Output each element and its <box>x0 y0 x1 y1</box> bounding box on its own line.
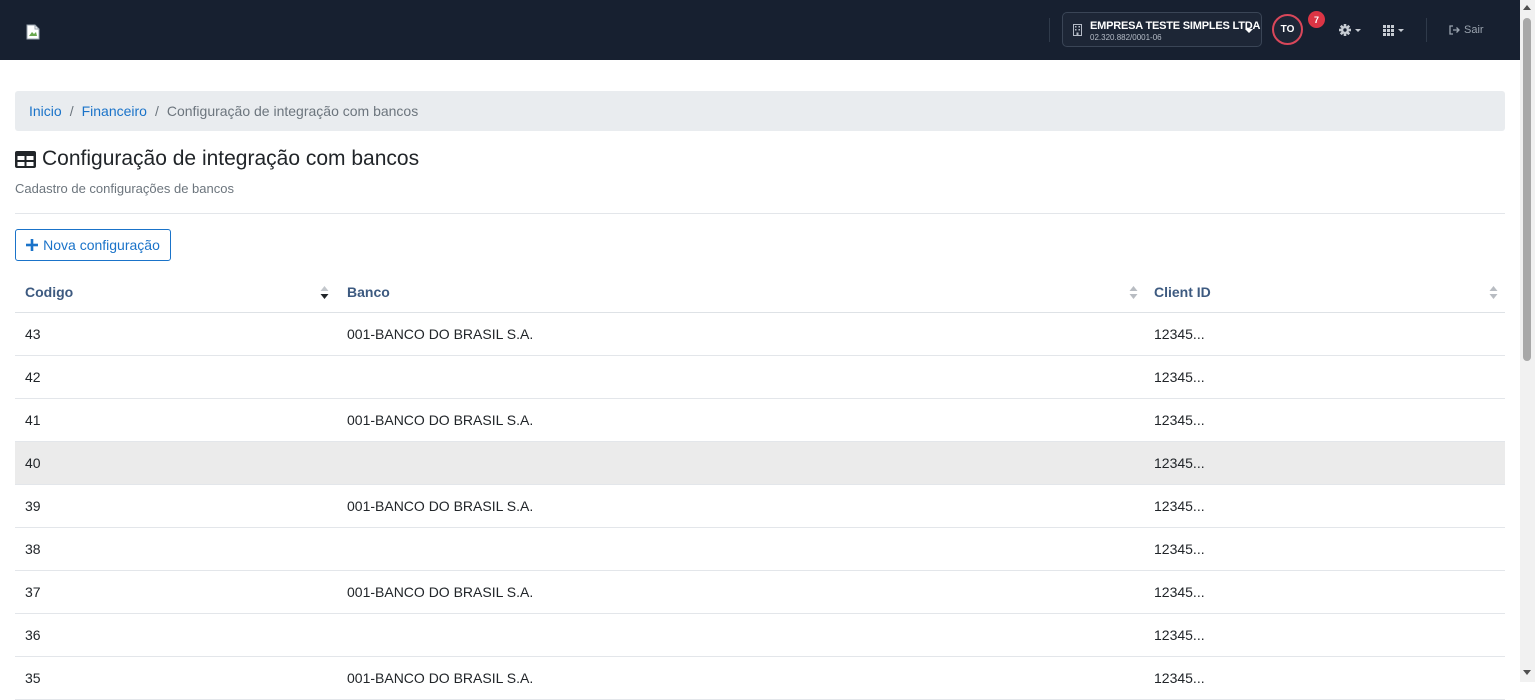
cell-codigo: 36 <box>25 627 41 643</box>
notification-badge[interactable]: 7 <box>1308 11 1325 28</box>
column-header-client-id[interactable]: Client ID <box>1154 271 1211 313</box>
cell-client-id: 12345... <box>1154 541 1205 557</box>
sort-icon[interactable] <box>1489 285 1498 300</box>
company-cnpj: 02.320.882/0001-06 <box>1090 33 1162 42</box>
cell-client-id: 12345... <box>1154 326 1205 342</box>
table-row[interactable]: 40 12345... <box>15 442 1505 485</box>
logout-button[interactable]: Sair <box>1449 23 1484 37</box>
table-row[interactable]: 43 001-BANCO DO BRASIL S.A. 12345... <box>15 313 1505 356</box>
broken-image-icon[interactable] <box>25 24 41 40</box>
cell-banco: 001-BANCO DO BRASIL S.A. <box>347 412 534 428</box>
column-header-label: Codigo <box>25 284 74 300</box>
table-row[interactable]: 37 001-BANCO DO BRASIL S.A. 12345... <box>15 571 1505 614</box>
cell-codigo: 35 <box>25 670 41 686</box>
chevron-down-icon <box>1245 29 1253 33</box>
breadcrumb: Inicio / Financeiro / Configuração de in… <box>15 91 1505 131</box>
column-header-label: Client ID <box>1154 284 1211 300</box>
new-configuration-button[interactable]: Nova configuração <box>15 229 171 261</box>
breadcrumb-current: Configuração de integração com bancos <box>166 103 419 119</box>
cell-codigo: 42 <box>25 369 41 385</box>
divider <box>15 213 1505 214</box>
breadcrumb-separator: / <box>154 103 159 119</box>
cell-banco: 001-BANCO DO BRASIL S.A. <box>347 498 534 514</box>
cell-client-id: 12345... <box>1154 455 1205 471</box>
cell-banco: 001-BANCO DO BRASIL S.A. <box>347 584 534 600</box>
cell-codigo: 40 <box>25 455 41 471</box>
breadcrumb-link-inicio[interactable]: Inicio <box>29 103 62 119</box>
company-selector[interactable]: EMPRESA TESTE SIMPLES LTDA 02.320.882/00… <box>1062 12 1262 47</box>
apps-dropdown[interactable] <box>1382 22 1410 38</box>
cell-banco: 001-BANCO DO BRASIL S.A. <box>347 670 534 686</box>
page-heading: Configuração de integração com bancos <box>42 147 420 170</box>
cell-client-id: 12345... <box>1154 584 1205 600</box>
column-header-label: Banco <box>347 284 390 300</box>
table-row[interactable]: 36 12345... <box>15 614 1505 657</box>
cell-codigo: 37 <box>25 584 41 600</box>
breadcrumb-separator: / <box>69 103 74 119</box>
table-row[interactable]: 39 001-BANCO DO BRASIL S.A. 12345... <box>15 485 1505 528</box>
navbar-divider <box>1049 18 1050 42</box>
gear-icon <box>1339 24 1361 36</box>
company-name: EMPRESA TESTE SIMPLES LTDA <box>1090 20 1261 32</box>
plus-icon <box>26 239 39 251</box>
page-subtitle: Cadastro de configurações de bancos <box>15 181 234 196</box>
cell-client-id: 12345... <box>1154 369 1205 385</box>
cell-client-id: 12345... <box>1154 670 1205 686</box>
breadcrumb-link-financeiro[interactable]: Financeiro <box>82 103 147 119</box>
logout-label: Sair <box>1464 24 1484 36</box>
sort-icon[interactable] <box>1129 285 1138 300</box>
cell-client-id: 12345... <box>1154 412 1205 428</box>
cell-codigo: 41 <box>25 412 41 428</box>
navbar-divider <box>1426 18 1427 42</box>
cell-codigo: 43 <box>25 326 41 342</box>
table-row[interactable]: 35 001-BANCO DO BRASIL S.A. 12345... <box>15 657 1505 700</box>
settings-dropdown[interactable] <box>1338 22 1366 38</box>
building-icon <box>1073 24 1082 36</box>
cell-banco: 001-BANCO DO BRASIL S.A. <box>347 326 534 342</box>
grid-icon <box>1383 25 1404 36</box>
cell-client-id: 12345... <box>1154 498 1205 514</box>
table-header: Codigo Banco Client ID <box>15 271 1505 313</box>
table-row[interactable]: 42 12345... <box>15 356 1505 399</box>
user-avatar[interactable]: TO <box>1272 14 1303 45</box>
sort-desc-icon[interactable] <box>320 285 329 300</box>
cell-codigo: 38 <box>25 541 41 557</box>
table-row[interactable]: 38 12345... <box>15 528 1505 571</box>
scroll-down-arrow-icon[interactable] <box>1523 670 1531 675</box>
scrollbar-thumb[interactable] <box>1523 18 1531 361</box>
column-header-codigo[interactable]: Codigo <box>25 271 73 313</box>
table-icon <box>15 150 36 168</box>
new-configuration-label: Nova configuração <box>43 237 160 253</box>
logout-icon <box>1449 25 1460 35</box>
table-row[interactable]: 41 001-BANCO DO BRASIL S.A. 12345... <box>15 399 1505 442</box>
top-navbar: EMPRESA TESTE SIMPLES LTDA 02.320.882/00… <box>0 0 1520 60</box>
scroll-up-arrow-icon[interactable] <box>1523 5 1531 10</box>
cell-client-id: 12345... <box>1154 627 1205 643</box>
bank-config-table: Codigo Banco Client ID 43 001-BANCO DO B… <box>15 271 1505 700</box>
column-header-banco[interactable]: Banco <box>347 271 390 313</box>
page-title: Configuração de integração com bancos <box>15 147 419 171</box>
cell-codigo: 39 <box>25 498 41 514</box>
